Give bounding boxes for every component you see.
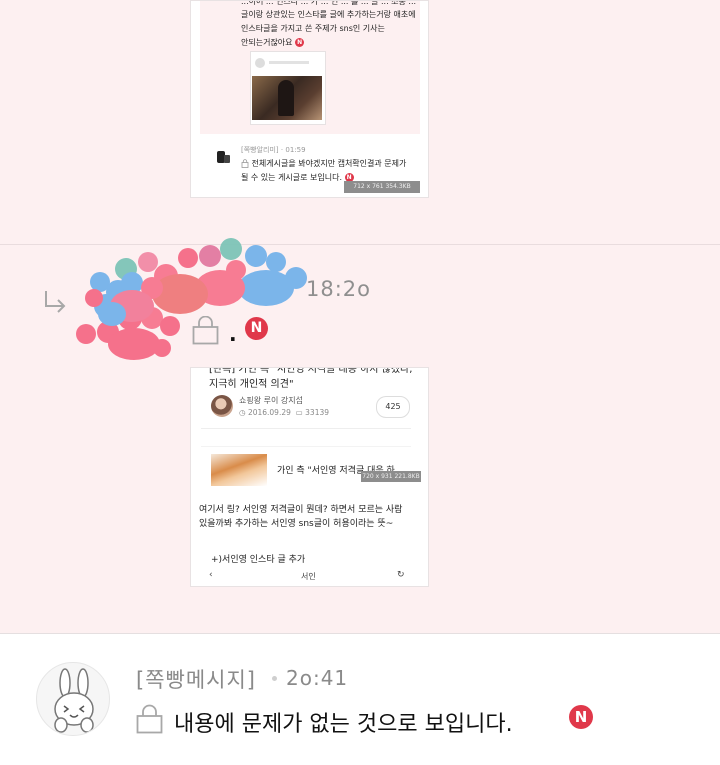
article-thumbnail bbox=[211, 454, 267, 486]
separator-dot bbox=[272, 676, 277, 681]
sender-name: [쪽빵메시지] bbox=[136, 668, 256, 692]
middle-attached-screenshot[interactable]: [단독] 가인 측 "서인영 저격글 대응 하지 않겠다, 지극히 개인적 의견… bbox=[190, 367, 429, 587]
clock-icon: ◷ bbox=[239, 408, 246, 417]
separator bbox=[201, 428, 411, 429]
top-line-3: 인스타글을 가지고 쓴 주제가 sns인 기사는 bbox=[241, 24, 385, 33]
top-line-2: 글이랑 상관있는 인스타를 글에 추가하는거랑 애초에 bbox=[241, 10, 416, 19]
message-text: . bbox=[229, 322, 237, 346]
lock-icon bbox=[136, 704, 163, 734]
image-dimensions-label: 712 x 761 354.3KB bbox=[344, 181, 420, 193]
reply-arrow-icon bbox=[45, 291, 66, 313]
censored-avatar[interactable] bbox=[70, 236, 310, 368]
bottom-message: [쪽빵메시지] 2o:41 내용에 문제가 없는 것으로 보입니다. N bbox=[0, 633, 720, 765]
bread-logo-icon bbox=[217, 151, 230, 163]
message-time: 2o:41 bbox=[286, 666, 349, 690]
browser-nav-bar: ‹ 서인 ↻ bbox=[191, 570, 428, 586]
card-avatar bbox=[255, 58, 265, 68]
comment-count-pill: 425 bbox=[376, 396, 410, 418]
separator bbox=[201, 446, 411, 447]
message-time: 18:2o bbox=[306, 277, 372, 301]
back-icon: ‹ bbox=[209, 570, 213, 580]
top-reply-sender: [쪽빵알리미] · 01:59 bbox=[241, 146, 306, 154]
top-reply-line-2: 될 수 있는 게시글로 보입니다. N bbox=[241, 173, 354, 182]
rabbit-avatar-icon[interactable] bbox=[36, 662, 110, 736]
author-avatar bbox=[211, 395, 233, 417]
top-line-4: 안되는거잖아요 N bbox=[241, 38, 305, 47]
article-headline: [단독] 가인 측 "서인영 저격글 대응 하지 않겠다, 지극히 개인적 의견… bbox=[209, 367, 413, 390]
photo-figure bbox=[278, 80, 294, 116]
post-body-line-3: +)서인영 인스타 글 추가 bbox=[211, 555, 306, 565]
article-meta: ◷ 2016.09.29 ▭ 33139 bbox=[239, 408, 330, 417]
new-badge-icon: N bbox=[245, 317, 268, 340]
refresh-icon: ↻ bbox=[397, 570, 405, 580]
top-embedded-card bbox=[250, 51, 326, 125]
top-screenshot-bubble: ...이어 ... 인스타 ... 가 ... 인 ... 를 ... 글 ..… bbox=[200, 1, 420, 134]
views-icon: ▭ bbox=[295, 408, 303, 417]
card-photo bbox=[252, 76, 322, 120]
card-text-line bbox=[269, 61, 309, 64]
new-badge-icon: N bbox=[569, 705, 593, 729]
message-text: 내용에 문제가 없는 것으로 보입니다. bbox=[174, 712, 513, 737]
nav-title: 서인 bbox=[301, 572, 316, 581]
post-body-line-2: 있을까봐 추가하는 서인영 sns글이 허용이라는 뜻~ bbox=[199, 519, 394, 529]
post-body-line-1: 여기서 링? 서인영 저격글이 뭔데? 하면서 모르는 사람 bbox=[199, 505, 403, 515]
image-dimensions-label: 720 x 931 221.8KB bbox=[361, 471, 421, 482]
top-attached-screenshot[interactable]: ...이어 ... 인스타 ... 가 ... 인 ... 를 ... 글 ..… bbox=[190, 0, 429, 198]
top-reply-line-1: 전체게시글을 봐야겠지만 캡처확인결과 문제가 bbox=[241, 157, 406, 171]
new-badge-icon: N bbox=[295, 38, 305, 47]
lock-icon bbox=[192, 316, 219, 345]
lock-icon bbox=[241, 159, 249, 168]
article-author: 쇼핑왕 루이 강지섭 bbox=[239, 396, 303, 405]
